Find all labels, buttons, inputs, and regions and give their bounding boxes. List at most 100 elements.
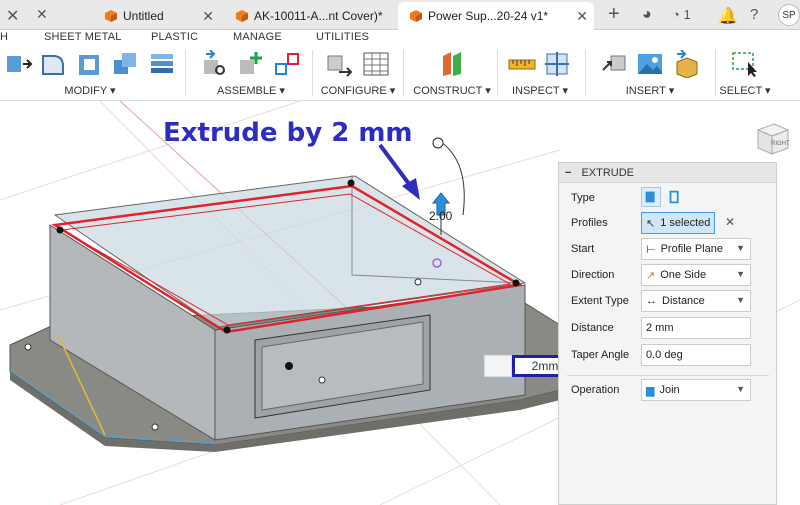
tab-plastic[interactable]: PLASTIC: [151, 31, 198, 43]
fillet-icon[interactable]: [39, 50, 69, 78]
direction-dropdown[interactable]: ↗ One Side ▼: [641, 264, 751, 286]
collapse-icon[interactable]: −: [565, 167, 571, 179]
assemble-menu[interactable]: ASSEMBLE ▾: [195, 84, 307, 97]
view-cube-face-label: RIGHT: [771, 141, 790, 147]
combine-icon[interactable]: [111, 50, 141, 78]
vertex[interactable]: [347, 179, 355, 187]
insert-menu[interactable]: INSERT ▾: [590, 84, 710, 97]
clear-selection-icon[interactable]: ✕: [725, 215, 735, 229]
configure-icon[interactable]: [325, 50, 355, 78]
type-label: Type: [571, 192, 595, 204]
tab-ak-10011[interactable]: AK-10011-A...nt Cover)* ✕: [236, 2, 408, 30]
new-tab-icon[interactable]: +: [608, 3, 620, 26]
type-thin-button[interactable]: [665, 187, 685, 207]
midpoint[interactable]: [24, 343, 32, 351]
job-status-icon[interactable]: ◔ 1: [672, 7, 691, 22]
vertex[interactable]: [223, 326, 231, 334]
tab-utilities[interactable]: UTILITIES: [316, 31, 369, 43]
configure-menu[interactable]: CONFIGURE ▾: [318, 84, 398, 97]
close-icon[interactable]: ✕: [576, 8, 588, 25]
start-dropdown[interactable]: ⊢ Profile Plane ▼: [641, 238, 751, 260]
select-group: SELECT ▾: [715, 46, 775, 101]
distance-icon: ↔: [646, 295, 657, 307]
one-side-icon: ↗: [646, 269, 656, 282]
midpoint[interactable]: [414, 278, 422, 286]
manipulator-value: 2.00: [429, 209, 453, 223]
shell-icon[interactable]: [75, 50, 105, 78]
tab-manage[interactable]: MANAGE: [233, 31, 282, 43]
measure-icon[interactable]: [507, 50, 537, 78]
joint-icon[interactable]: [200, 50, 230, 78]
extent-dropdown[interactable]: ↔ Distance ▼: [641, 290, 751, 312]
insert-image-icon[interactable]: [635, 50, 665, 78]
type-row: Type: [559, 187, 778, 211]
online-status-icon[interactable]: ◕: [642, 6, 652, 24]
divider: [585, 50, 586, 96]
cube-icon: [105, 10, 117, 22]
profiles-row: Profiles ↖ 1 selected ✕: [559, 212, 778, 236]
taper-handle-icon[interactable]: [432, 137, 444, 149]
select-menu[interactable]: SELECT ▾: [715, 84, 775, 97]
select-icon[interactable]: [730, 50, 760, 78]
distance-label: Distance: [571, 322, 614, 334]
profiles-selection[interactable]: ↖ 1 selected: [641, 212, 715, 234]
input-box-grip[interactable]: [484, 355, 512, 377]
operation-dropdown[interactable]: ▆ Join ▼: [641, 379, 751, 401]
new-component-icon[interactable]: [236, 50, 266, 78]
solid-extrude-icon: [645, 191, 655, 203]
divider: [497, 50, 498, 96]
tab-untitled[interactable]: Untitled ✕: [105, 2, 220, 30]
taper-input[interactable]: 0.0 deg: [641, 344, 751, 366]
divider: [403, 50, 404, 96]
press-pull-icon[interactable]: [3, 50, 33, 78]
view-cube[interactable]: [752, 118, 792, 158]
insert-derive-icon[interactable]: [599, 50, 629, 78]
section-analysis-icon[interactable]: [543, 50, 573, 78]
vertex[interactable]: [285, 362, 293, 370]
extent-value: Distance: [662, 295, 705, 307]
avatar-initials: SP: [782, 9, 796, 21]
close-icon[interactable]: ✕: [36, 6, 48, 23]
modify-label: MODIFY: [64, 85, 107, 97]
tab-sheet-metal[interactable]: SHEET METAL: [44, 31, 122, 43]
start-row: Start ⊢ Profile Plane ▼: [559, 238, 778, 262]
divider: [567, 375, 769, 376]
profile-plane-icon: ⊢: [646, 243, 656, 256]
thin-extrude-icon: [669, 190, 679, 204]
close-icon[interactable]: ✕: [202, 8, 214, 25]
construct-menu[interactable]: CONSTRUCT ▾: [412, 84, 492, 97]
notifications-icon[interactable]: 🔔: [718, 6, 738, 26]
tab-h[interactable]: H: [0, 31, 8, 43]
vertex[interactable]: [56, 226, 64, 234]
inspect-label: INSPECT: [511, 85, 560, 97]
extent-label: Extent Type: [571, 295, 629, 307]
panel-title: EXTRUDE: [581, 166, 634, 179]
offset-face-icon[interactable]: [147, 50, 177, 78]
annotation-arrow: [378, 143, 414, 190]
distance-input[interactable]: 2 mm: [641, 317, 751, 339]
modify-menu[interactable]: MODIFY ▾: [0, 84, 180, 97]
distance-value: 2 mm: [646, 322, 674, 334]
avatar[interactable]: SP: [778, 4, 800, 26]
join-icon: ▆: [646, 384, 655, 397]
midpoint[interactable]: [318, 376, 326, 384]
modify-group: MODIFY ▾: [0, 46, 186, 101]
help-icon[interactable]: ?: [750, 6, 758, 23]
profiles-label: Profiles: [571, 217, 608, 229]
close-icon[interactable]: ✕: [6, 6, 19, 26]
midpoint[interactable]: [151, 423, 159, 431]
tab-label: Power Sup...20-24 v1*: [428, 9, 549, 23]
insert-mesh-icon[interactable]: [671, 50, 701, 78]
offset-plane-icon[interactable]: [437, 50, 467, 78]
rigid-group-icon[interactable]: [272, 50, 302, 78]
type-solid-button[interactable]: [641, 187, 661, 207]
configuration-table-icon[interactable]: [361, 50, 391, 78]
toolbar: MODIFY ▾ ASSEMBLE ▾ CONFIGURE ▾ CONSTRUC…: [0, 46, 800, 101]
panel-header[interactable]: − EXTRUDE: [559, 163, 776, 183]
operation-value: Join: [659, 384, 680, 396]
vertex[interactable]: [512, 279, 520, 287]
insert-label: INSERT: [625, 85, 666, 97]
tab-power-supply[interactable]: Power Sup...20-24 v1* ✕: [398, 2, 594, 30]
inspect-menu[interactable]: INSPECT ▾: [500, 84, 580, 97]
divider: [185, 50, 186, 96]
